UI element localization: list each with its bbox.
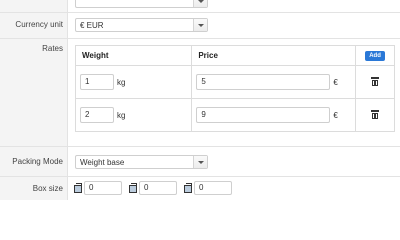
chevron-down-icon [193, 0, 207, 7]
trash-icon[interactable] [371, 76, 380, 86]
trash-icon[interactable] [371, 109, 380, 119]
currency-row: Currency unit € EUR [0, 12, 400, 38]
box-icon [184, 183, 192, 193]
weight-column-header: Weight [74, 45, 193, 66]
box-length-input[interactable]: 0 [84, 181, 122, 195]
box-width-group: 0 [129, 181, 177, 195]
price-input[interactable]: 9 [196, 107, 331, 123]
box-height-group: 0 [184, 181, 232, 195]
add-rate-button[interactable]: Add [365, 51, 385, 61]
price-input[interactable]: 5 [196, 74, 331, 90]
weight-input[interactable]: 2 [80, 107, 114, 123]
packing-mode-select[interactable]: Weight base [75, 155, 208, 169]
chevron-down-icon [193, 156, 207, 168]
price-unit: € [333, 77, 338, 87]
weight-unit: kg [117, 77, 126, 87]
rates-label: Rates [42, 44, 63, 53]
packing-mode-label: Packing Mode [12, 157, 63, 166]
packing-mode-select-value: Weight base [80, 157, 125, 167]
rates-table: Weight Price Add 1 kg 5 € 2 kg 9 € [74, 45, 395, 132]
packing-mode-row: Packing Mode Weight base [0, 146, 400, 176]
weight-unit: kg [117, 110, 126, 120]
table-row: 2 kg 9 € [74, 98, 395, 132]
currency-select-value: € EUR [80, 20, 104, 30]
box-icon [74, 183, 82, 193]
cut-off-select[interactable] [75, 0, 208, 8]
cut-off-row [0, 0, 400, 12]
chevron-down-icon [193, 19, 207, 31]
box-size-row: Box size 0 0 0 [0, 176, 400, 200]
table-row: 1 kg 5 € [74, 65, 395, 99]
box-icon [129, 183, 137, 193]
price-unit: € [333, 110, 338, 120]
box-width-input[interactable]: 0 [139, 181, 177, 195]
box-length-group: 0 [74, 181, 122, 195]
shipping-settings-form: Currency unit € EUR Rates Weight Price A… [0, 0, 400, 200]
currency-select[interactable]: € EUR [75, 18, 208, 32]
box-size-label: Box size [32, 184, 63, 193]
price-column-header: Price [191, 45, 357, 66]
box-height-input[interactable]: 0 [194, 181, 232, 195]
weight-input[interactable]: 1 [80, 74, 114, 90]
currency-label: Currency unit [15, 20, 63, 29]
